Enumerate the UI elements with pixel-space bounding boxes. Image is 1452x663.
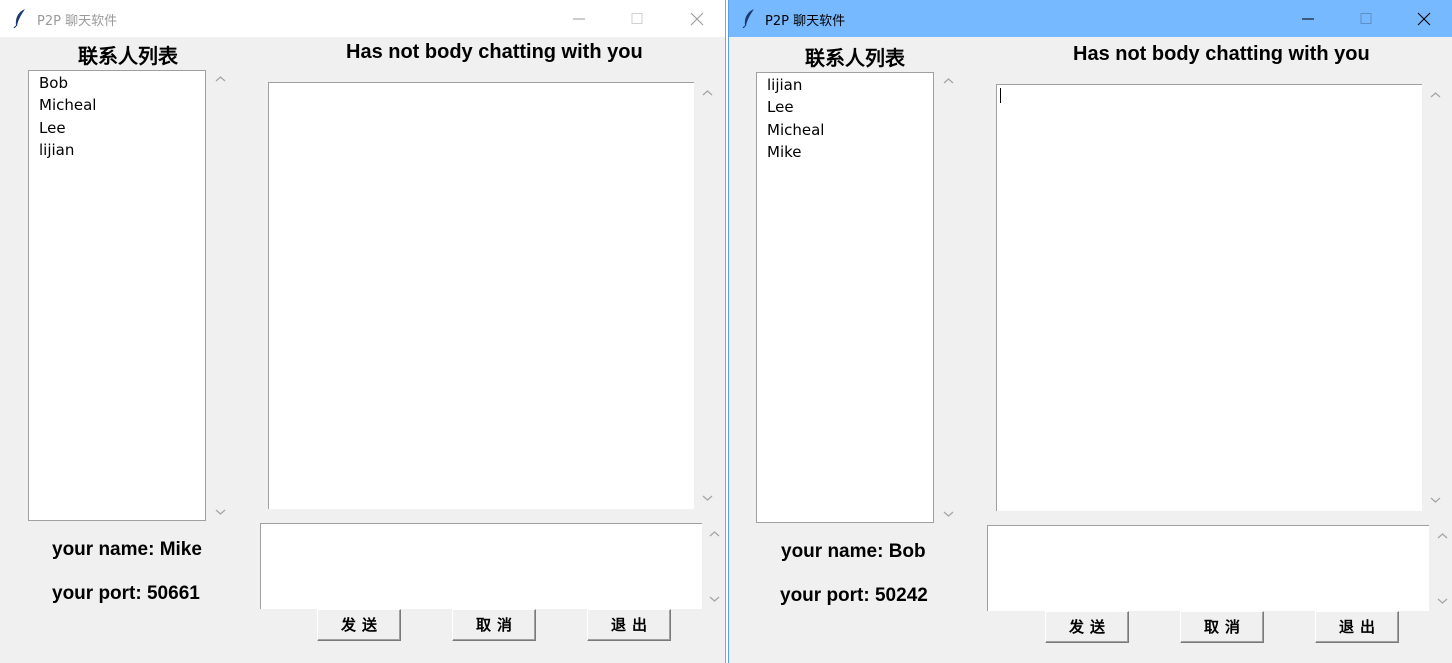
send-button[interactable]: 发送 bbox=[317, 609, 401, 641]
contact-item[interactable]: Mike bbox=[767, 143, 802, 161]
contacts-scrollbar[interactable] bbox=[940, 72, 957, 523]
exit-button[interactable]: 退出 bbox=[1315, 611, 1399, 643]
contact-item[interactable]: Lee bbox=[39, 119, 66, 137]
text-caret bbox=[1000, 88, 1001, 103]
chat-scrollbar[interactable] bbox=[1427, 84, 1444, 511]
contact-item[interactable]: lijian bbox=[39, 141, 74, 159]
chat-scrollbar[interactable] bbox=[699, 82, 716, 509]
chevron-up-icon[interactable] bbox=[1430, 91, 1441, 99]
window-title: P2P 聊天软件 bbox=[765, 14, 846, 29]
chevron-up-icon[interactable] bbox=[702, 89, 713, 97]
chevron-up-icon[interactable] bbox=[943, 77, 954, 85]
chat-window-bob: P2P 聊天软件 联系人列表 Has not body chatting wit… bbox=[728, 0, 1452, 663]
chat-status-heading: Has not body chatting with you bbox=[346, 41, 643, 63]
feather-icon bbox=[13, 8, 29, 29]
close-icon bbox=[690, 12, 704, 26]
chevron-up-icon[interactable] bbox=[1437, 532, 1448, 540]
contacts-heading: 联系人列表 bbox=[78, 46, 178, 68]
contact-item[interactable]: Micheal bbox=[39, 96, 96, 114]
contact-item[interactable]: Bob bbox=[39, 74, 68, 92]
chevron-down-icon[interactable] bbox=[943, 510, 954, 518]
chat-history[interactable] bbox=[268, 82, 694, 509]
maximize-button[interactable] bbox=[608, 0, 666, 37]
feather-icon bbox=[742, 8, 758, 29]
chat-window-mike: P2P 聊天软件 联系人列表 Has not body chatting wit… bbox=[0, 0, 726, 663]
minimize-icon bbox=[1302, 18, 1314, 20]
cancel-button[interactable]: 取消 bbox=[1180, 611, 1264, 643]
message-input[interactable] bbox=[987, 525, 1429, 611]
close-button[interactable] bbox=[668, 0, 726, 37]
exit-button[interactable]: 退出 bbox=[587, 609, 671, 641]
input-scrollbar[interactable] bbox=[1434, 525, 1451, 611]
chevron-down-icon[interactable] bbox=[702, 494, 713, 502]
contacts-list[interactable]: Bob Micheal Lee lijian bbox=[28, 70, 206, 521]
chat-status-heading: Has not body chatting with you bbox=[1073, 43, 1370, 65]
chevron-up-icon[interactable] bbox=[709, 530, 720, 538]
message-input[interactable] bbox=[260, 523, 702, 609]
your-port-label: your port: 50661 bbox=[52, 583, 200, 604]
your-name-label: your name: Mike bbox=[52, 539, 202, 560]
cancel-button[interactable]: 取消 bbox=[452, 609, 536, 641]
chevron-down-icon[interactable] bbox=[1430, 496, 1441, 504]
window-title: P2P 聊天软件 bbox=[37, 14, 118, 29]
minimize-icon bbox=[573, 18, 585, 20]
minimize-button[interactable] bbox=[1279, 0, 1337, 37]
contact-item[interactable]: Micheal bbox=[767, 121, 824, 139]
maximize-icon bbox=[1360, 13, 1372, 24]
maximize-icon bbox=[631, 13, 643, 24]
contacts-list[interactable]: lijian Lee Micheal Mike bbox=[756, 72, 934, 523]
chevron-up-icon[interactable] bbox=[215, 75, 226, 83]
send-button[interactable]: 发送 bbox=[1045, 611, 1129, 643]
close-icon bbox=[1417, 12, 1431, 26]
chevron-down-icon[interactable] bbox=[1437, 597, 1448, 605]
title-bar[interactable]: P2P 聊天软件 bbox=[0, 0, 725, 37]
contacts-heading: 联系人列表 bbox=[805, 48, 905, 70]
contacts-scrollbar[interactable] bbox=[212, 70, 229, 521]
contact-item[interactable]: Lee bbox=[767, 98, 794, 116]
contact-item[interactable]: lijian bbox=[767, 76, 802, 94]
your-port-label: your port: 50242 bbox=[780, 585, 928, 606]
your-name-label: your name: Bob bbox=[781, 541, 926, 562]
maximize-button[interactable] bbox=[1337, 0, 1395, 37]
close-button[interactable] bbox=[1395, 0, 1452, 37]
chat-history[interactable] bbox=[996, 84, 1422, 511]
chevron-down-icon[interactable] bbox=[709, 595, 720, 603]
title-bar[interactable]: P2P 聊天软件 bbox=[729, 0, 1452, 37]
input-scrollbar[interactable] bbox=[706, 523, 723, 609]
chevron-down-icon[interactable] bbox=[215, 508, 226, 516]
minimize-button[interactable] bbox=[550, 0, 608, 37]
